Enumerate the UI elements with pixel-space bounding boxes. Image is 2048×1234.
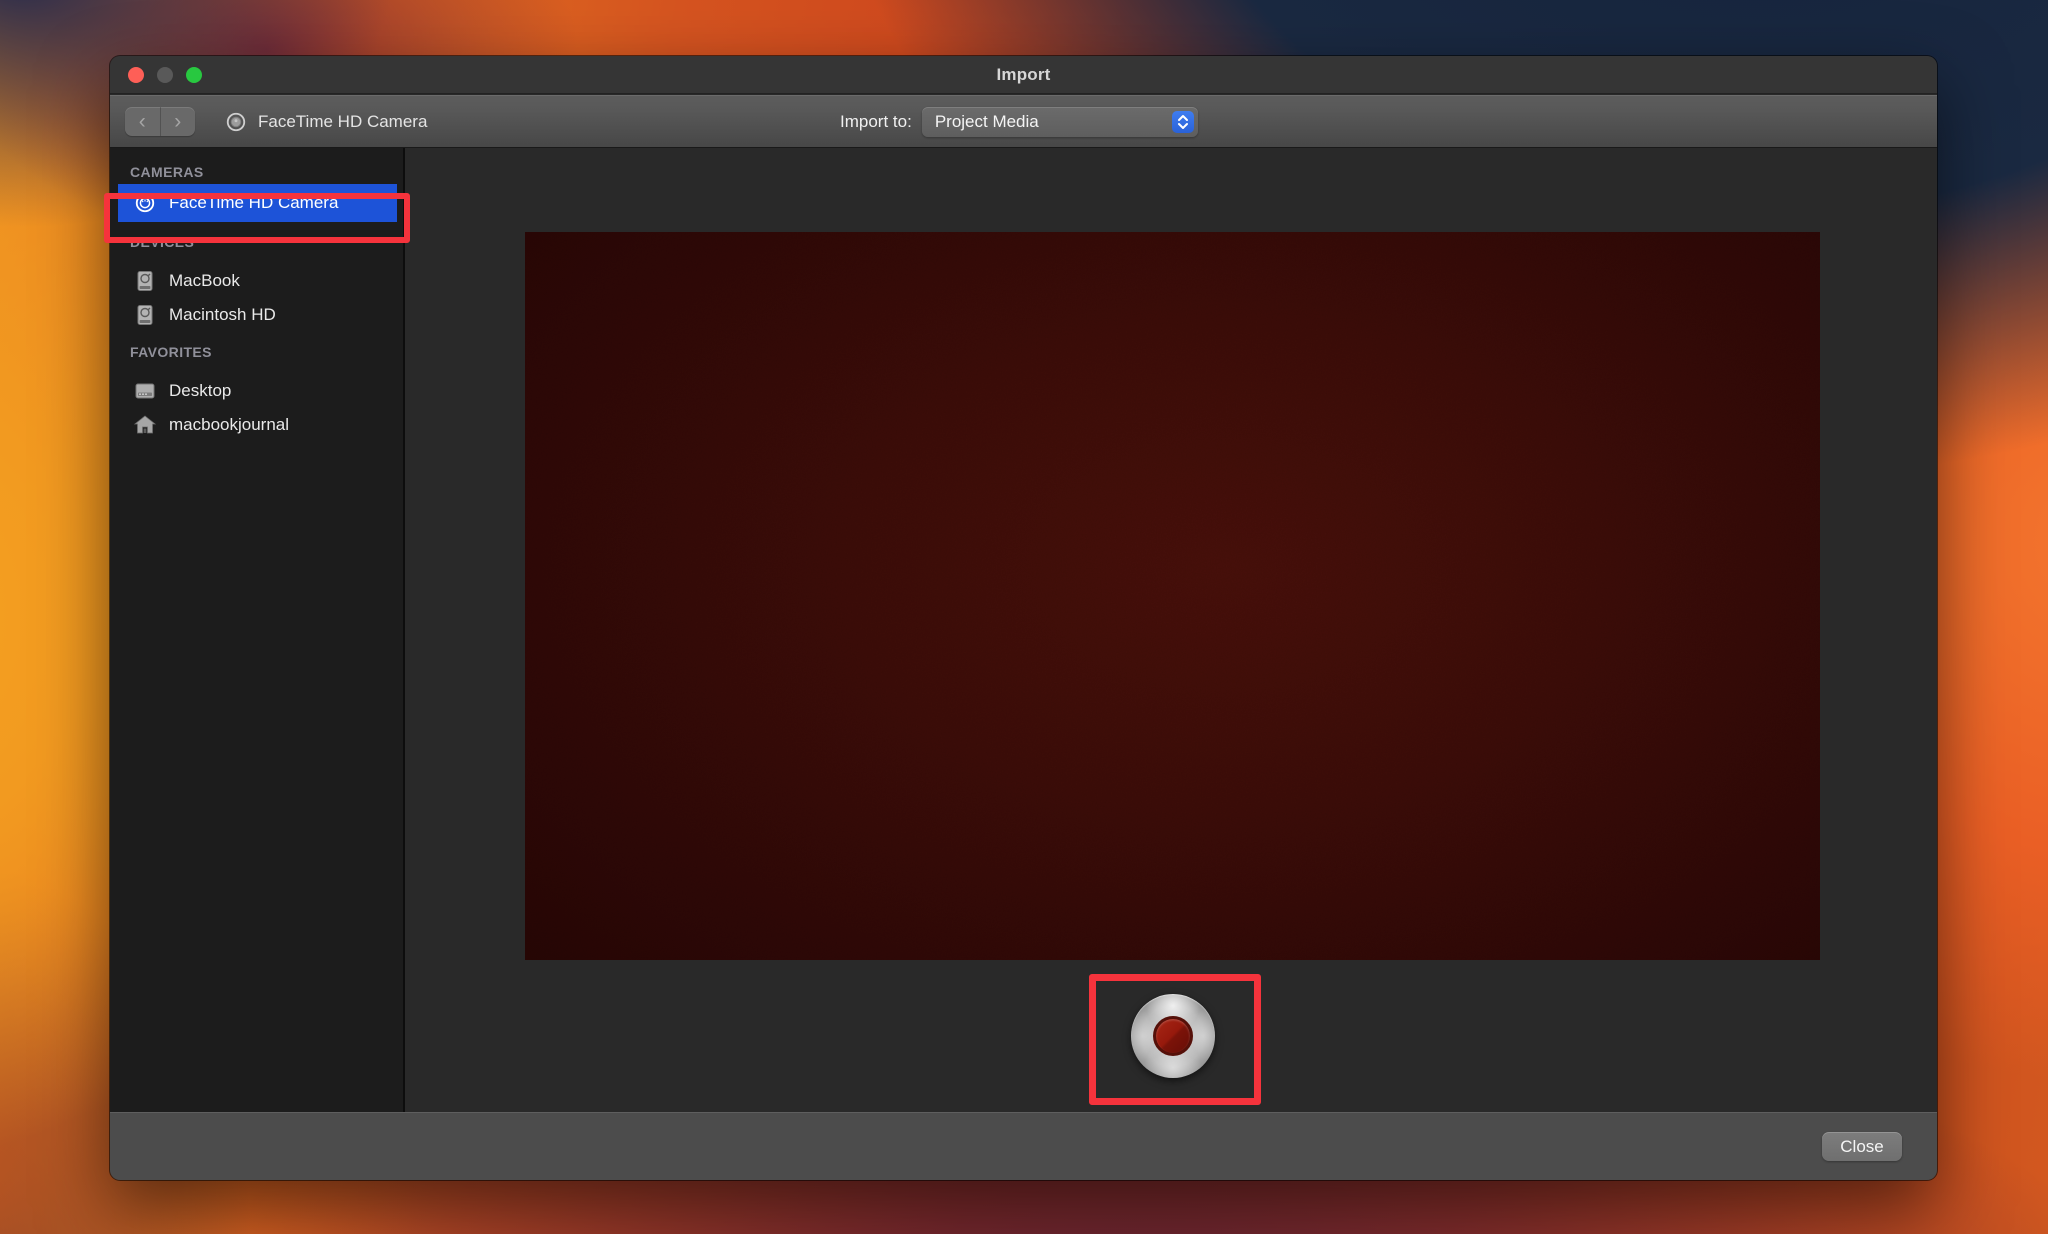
camera-preview — [525, 232, 1820, 960]
camera-icon — [225, 111, 247, 133]
minimize-window-button[interactable] — [157, 67, 173, 83]
sidebar-item-facetime-camera[interactable]: FaceTime HD Camera — [118, 184, 397, 222]
back-button[interactable]: ‹ — [125, 107, 161, 136]
sidebar-section-devices: DEVICES — [110, 230, 403, 254]
toolbar: ‹ › FaceTime HD Camera Import to: Projec… — [110, 95, 1937, 148]
sidebar-item-label: Macintosh HD — [169, 305, 276, 325]
record-icon — [1153, 1016, 1193, 1056]
hard-drive-icon — [134, 270, 156, 292]
main-content — [407, 148, 1937, 1112]
footer-bar: Close — [110, 1112, 1937, 1180]
sidebar-section-cameras: CAMERAS — [110, 160, 403, 184]
import-to-label: Import to: — [840, 112, 912, 132]
sidebar-item-label: MacBook — [169, 271, 240, 291]
camera-icon — [134, 192, 156, 214]
record-button[interactable] — [1131, 994, 1215, 1078]
home-icon — [134, 414, 156, 436]
dropdown-chevrons-icon — [1172, 111, 1194, 133]
destination-dropdown[interactable]: Project Media — [922, 107, 1198, 137]
toolbar-device-label: FaceTime HD Camera — [258, 112, 427, 132]
forward-button[interactable]: › — [161, 107, 196, 136]
sidebar-item-macintosh-hd[interactable]: Macintosh HD — [110, 298, 403, 332]
window-title: Import — [996, 65, 1050, 85]
history-nav: ‹ › — [125, 107, 195, 136]
title-bar: Import — [110, 56, 1937, 94]
sidebar-item-label: macbookjournal — [169, 415, 289, 435]
destination-value: Project Media — [922, 112, 1039, 132]
sidebar-item-macbookjournal[interactable]: macbookjournal — [110, 408, 403, 442]
import-to-group: Import to: Project Media — [840, 95, 1198, 148]
close-window-button[interactable] — [128, 67, 144, 83]
toolbar-device: FaceTime HD Camera — [225, 95, 427, 148]
sidebar-item-label: Desktop — [169, 381, 231, 401]
record-bar — [525, 960, 1820, 1112]
import-window: Import ‹ › FaceTime HD Camera Import to:… — [110, 56, 1937, 1180]
hard-drive-icon — [134, 304, 156, 326]
sidebar-item-macbook[interactable]: MacBook — [110, 264, 403, 298]
desktop-icon — [134, 380, 156, 402]
close-button[interactable]: Close — [1822, 1132, 1902, 1161]
sidebar-item-desktop[interactable]: Desktop — [110, 374, 403, 408]
sidebar-item-label: FaceTime HD Camera — [169, 193, 338, 213]
traffic-lights — [128, 56, 202, 93]
sidebar: CAMERAS FaceTime HD Camera DEVICES — [110, 148, 405, 1112]
zoom-window-button[interactable] — [186, 67, 202, 83]
sidebar-section-favorites: FAVORITES — [110, 340, 403, 364]
camera-noise-overlay — [525, 232, 1820, 960]
